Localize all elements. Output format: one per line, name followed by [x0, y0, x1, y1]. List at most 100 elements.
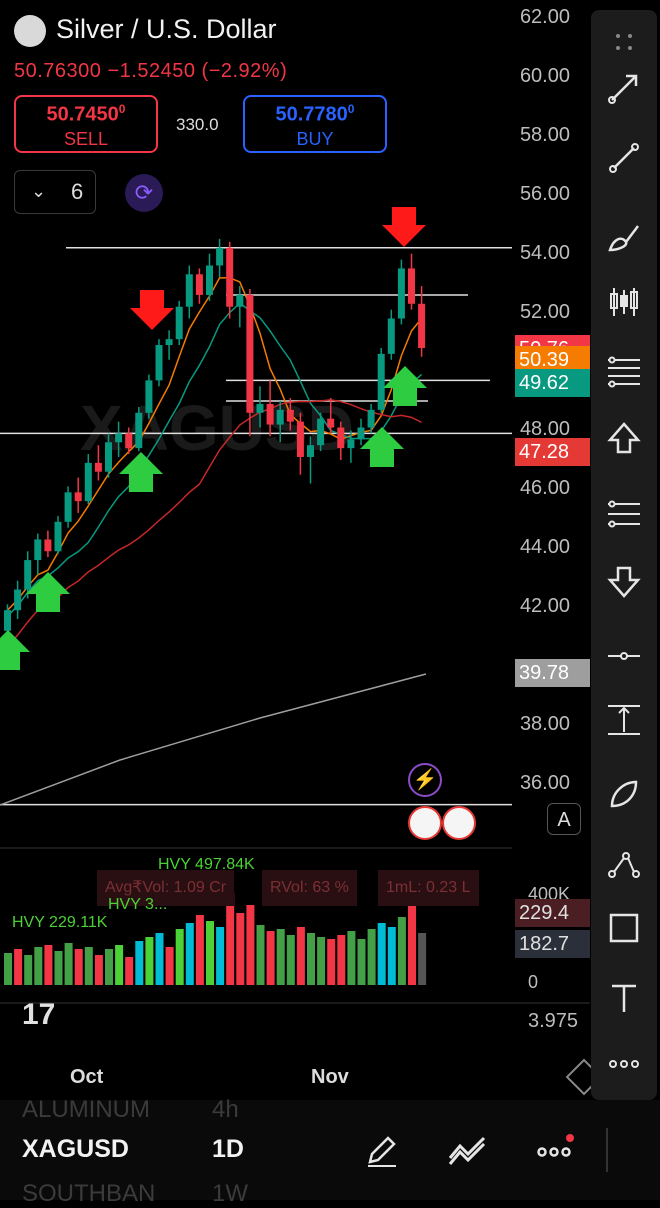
- more-menu-icon[interactable]: [534, 1134, 578, 1164]
- sync-icon[interactable]: ⟳: [125, 174, 163, 212]
- arrow-line-icon[interactable]: [591, 68, 657, 112]
- candle-body: [337, 427, 345, 449]
- path-icon[interactable]: [591, 844, 657, 888]
- volume-bar: [206, 921, 214, 985]
- arc-icon[interactable]: [591, 774, 657, 818]
- text-icon[interactable]: [591, 978, 657, 1022]
- volume-bar: [317, 937, 326, 985]
- more-icon[interactable]: [591, 22, 657, 66]
- candle-body: [24, 560, 32, 590]
- hvy-label: HVY 3...: [108, 896, 168, 913]
- sell-price-sup: 0: [118, 102, 126, 116]
- volume-tag: 182.7: [515, 930, 590, 958]
- volume-bar: [135, 941, 144, 985]
- candle-body: [377, 353, 385, 410]
- candle-body: [64, 492, 72, 522]
- trend-line-icon[interactable]: [591, 138, 657, 182]
- volume-bar: [286, 935, 295, 985]
- indicators-icon[interactable]: [446, 1132, 490, 1168]
- next-timeframe[interactable]: 1W: [212, 1180, 248, 1208]
- volume-bar: [377, 923, 386, 985]
- volume-bar: [246, 905, 255, 985]
- next-symbol[interactable]: SOUTHBAN: [22, 1180, 155, 1208]
- time-axis-label: Nov: [311, 1066, 349, 1088]
- candle-body: [4, 610, 11, 631]
- volume-bar: [276, 929, 285, 985]
- instrument-title: Silver / U.S. Dollar: [56, 14, 277, 44]
- candle-body: [347, 439, 355, 449]
- candle-body: [185, 274, 193, 307]
- candle-body: [387, 318, 395, 354]
- pencil-icon[interactable]: [362, 1130, 402, 1170]
- candle-body: [105, 442, 112, 472]
- price-tick-label: 44.00: [519, 536, 570, 559]
- rectangle-icon[interactable]: [591, 908, 657, 952]
- long-moving-average-line: [0, 673, 427, 806]
- candle-body: [216, 247, 224, 266]
- previous-timeframe[interactable]: 4h: [212, 1096, 239, 1124]
- hvy-label: HVY 229.11K: [12, 914, 108, 931]
- us-flag-event-icon[interactable]: [408, 806, 442, 840]
- volume-bar: [226, 893, 235, 985]
- price-tick-label: 52.00: [519, 300, 570, 323]
- arrow-down-icon[interactable]: [591, 562, 657, 606]
- volume-axis-label: 0: [528, 972, 539, 992]
- current-symbol[interactable]: XAGUSD: [22, 1135, 129, 1164]
- volume-bar: [44, 945, 53, 985]
- hvy-label: HVY 497.84K: [158, 856, 255, 873]
- interval-selector[interactable]: ⌄ 6: [14, 170, 96, 214]
- sell-label: SELL: [63, 128, 109, 149]
- fib-extension-icon[interactable]: [591, 494, 657, 538]
- buy-button[interactable]: 50.77800 BUY: [243, 95, 387, 153]
- candle-body: [84, 462, 92, 502]
- sell-button[interactable]: 50.74500 SELL: [14, 95, 158, 153]
- auto-scale-button[interactable]: A: [547, 803, 581, 835]
- current-timeframe[interactable]: 1D: [212, 1135, 244, 1164]
- volume-bar: [408, 897, 416, 985]
- fib-icon[interactable]: [591, 350, 657, 394]
- previous-symbol[interactable]: ALUMINUM: [22, 1096, 150, 1124]
- volume-bar: [195, 915, 204, 985]
- candle-body: [125, 433, 133, 449]
- buy-signal-arrow: [383, 366, 427, 406]
- volume-bar: [165, 947, 174, 985]
- volume-tag: 229.4: [515, 899, 590, 927]
- candle-body: [165, 339, 173, 346]
- more-icon[interactable]: [591, 1044, 657, 1088]
- volume-bar: [84, 947, 93, 985]
- horizontal-ray-icon[interactable]: [591, 636, 657, 680]
- volume-bar: [155, 933, 164, 985]
- candle-body: [74, 492, 82, 502]
- arrow-up-icon[interactable]: [591, 418, 657, 462]
- time-partial-label: 17: [22, 998, 56, 1031]
- sell-signal-arrow: [130, 290, 174, 330]
- candle-body: [175, 306, 183, 340]
- long-position-icon[interactable]: [591, 282, 657, 326]
- volume-bar: [115, 945, 124, 985]
- price-tick-label: 60.00: [519, 64, 570, 87]
- volume-bar: [4, 953, 12, 985]
- buy-signal-arrow: [26, 572, 70, 612]
- us-flag-event-icon[interactable]: [442, 806, 476, 840]
- volume-bar: [175, 929, 184, 985]
- candle-body: [256, 403, 264, 413]
- candle-body: [276, 409, 284, 425]
- candle-body: [367, 409, 375, 428]
- price-change: −1.52450: [107, 60, 196, 82]
- candle-body: [135, 412, 143, 449]
- volume-bar: [337, 935, 346, 985]
- buy-label: BUY: [296, 128, 334, 149]
- relative-volume-chip: RVol: 63 %: [262, 870, 357, 906]
- brush-icon[interactable]: [591, 218, 657, 262]
- volume-bar: [387, 927, 396, 985]
- candle-body: [155, 345, 163, 381]
- volume-bar: [24, 955, 33, 985]
- candle-body: [357, 427, 365, 440]
- lightning-event-icon[interactable]: ⚡: [408, 763, 442, 797]
- candle-body: [206, 265, 213, 295]
- candle-body: [236, 294, 244, 307]
- volume-bar: [54, 951, 63, 985]
- candle-body: [34, 539, 42, 561]
- price-range-icon[interactable]: [591, 700, 657, 744]
- candle-body: [94, 462, 102, 472]
